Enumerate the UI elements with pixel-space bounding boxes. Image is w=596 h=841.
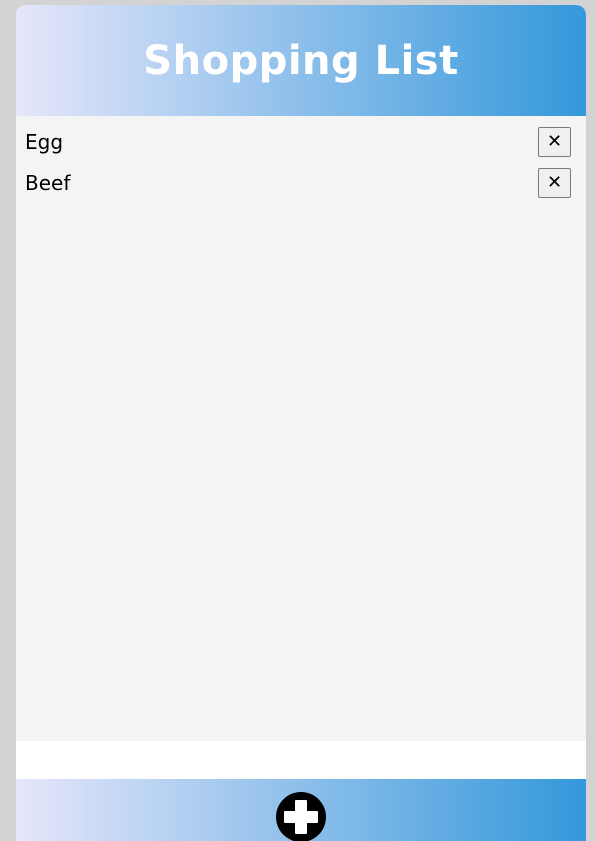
list-item: Egg ✕: [16, 121, 586, 162]
list-item: Beef ✕: [16, 162, 586, 203]
add-item-button[interactable]: [276, 792, 326, 841]
shopping-list-app: Shopping List Egg ✕ Beef ✕: [16, 5, 586, 841]
delete-item-button[interactable]: ✕: [538, 126, 571, 157]
list-item-label: Beef: [25, 170, 71, 195]
footer: [16, 779, 586, 841]
new-item-input[interactable]: [16, 741, 586, 779]
list-item-label: Egg: [25, 129, 64, 154]
shopping-list: Egg ✕ Beef ✕: [16, 116, 586, 741]
delete-item-button[interactable]: ✕: [538, 167, 571, 198]
header: Shopping List: [16, 5, 586, 116]
page-title: Shopping List: [143, 37, 459, 84]
